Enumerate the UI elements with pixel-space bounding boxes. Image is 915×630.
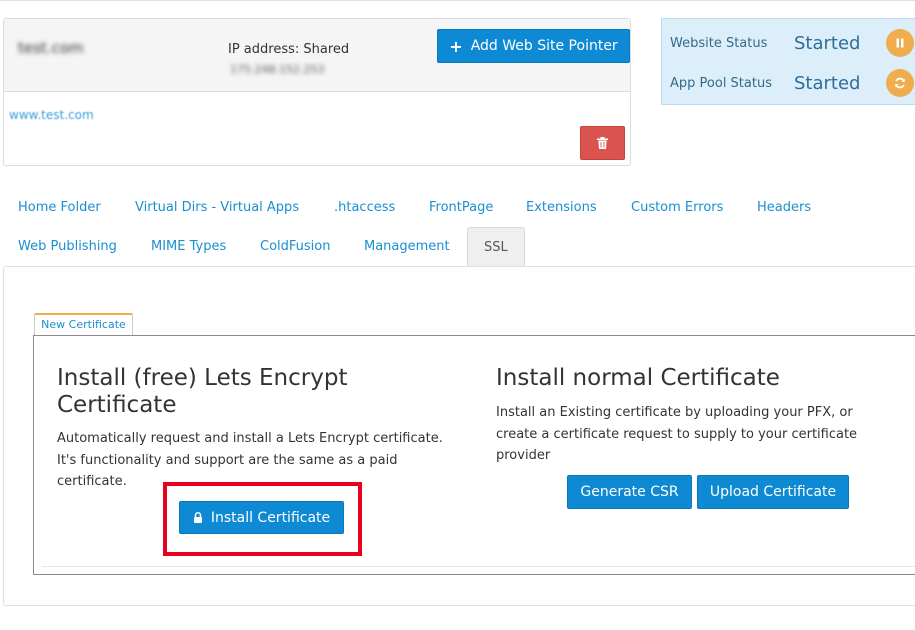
- tab-mime-types[interactable]: MIME Types: [135, 227, 242, 266]
- site-panel-header: test.com IP address: Shared 175.248.152.…: [4, 19, 630, 92]
- website-status-label: Website Status: [670, 35, 768, 51]
- app-pool-status-row: App Pool Status Started: [670, 68, 915, 98]
- tab-coldfusion[interactable]: ColdFusion: [244, 227, 346, 266]
- tab-custom-errors[interactable]: Custom Errors: [615, 188, 739, 227]
- trash-icon: [597, 137, 608, 149]
- top-divider: [0, 0, 915, 3]
- plus-icon: +: [449, 36, 463, 56]
- subtab-new-certificate[interactable]: New Certificate: [34, 313, 133, 335]
- site-name: test.com: [18, 39, 84, 57]
- generate-csr-label: Generate CSR: [580, 484, 679, 500]
- upload-certificate-label: Upload Certificate: [709, 484, 837, 500]
- status-panel: Website Status Started App Pool Status S…: [661, 18, 915, 105]
- recycle-app-pool-button[interactable]: [886, 69, 914, 97]
- website-status-row: Website Status Started: [670, 28, 915, 58]
- website-status-value: Started: [794, 32, 861, 54]
- tab-headers[interactable]: Headers: [741, 188, 827, 227]
- app-pool-status-value: Started: [794, 72, 861, 94]
- tab-htaccess[interactable]: .htaccess: [318, 188, 411, 227]
- upload-certificate-button[interactable]: Upload Certificate: [697, 475, 849, 509]
- ip-address-label: IP address: Shared: [228, 42, 350, 57]
- delete-site-button[interactable]: [580, 126, 625, 160]
- add-web-site-pointer-button[interactable]: + Add Web Site Pointer: [437, 29, 630, 63]
- tab-frontpage[interactable]: FrontPage: [413, 188, 509, 227]
- tab-extensions[interactable]: Extensions: [510, 188, 613, 227]
- tab-management[interactable]: Management: [348, 227, 466, 266]
- pause-icon: [896, 38, 904, 48]
- app-pool-status-label: App Pool Status: [670, 75, 772, 91]
- tab-web-publishing[interactable]: Web Publishing: [2, 227, 133, 266]
- site-www-link[interactable]: www.test.com: [9, 108, 94, 122]
- site-www-link-text: www.test.com: [9, 108, 94, 122]
- ip-address-value: 175.248.152.253: [230, 63, 325, 76]
- certificate-box-divider: [42, 566, 915, 567]
- highlight-annotation-box: [163, 482, 362, 556]
- site-panel: test.com IP address: Shared 175.248.152.…: [3, 18, 631, 166]
- refresh-icon: [895, 77, 905, 89]
- normal-certificate-description: Install an Existing certificate by uploa…: [496, 405, 858, 463]
- pause-website-button[interactable]: [886, 29, 914, 57]
- generate-csr-button[interactable]: Generate CSR: [567, 475, 692, 509]
- lets-encrypt-title: Install (free) Lets Encrypt Certificate: [57, 365, 348, 418]
- tab-home-folder[interactable]: Home Folder: [2, 188, 117, 227]
- normal-certificate-title: Install normal Certificate: [496, 365, 780, 391]
- tab-virtual-dirs[interactable]: Virtual Dirs - Virtual Apps: [119, 188, 315, 227]
- add-web-site-pointer-label: Add Web Site Pointer: [470, 38, 618, 54]
- tab-ssl[interactable]: SSL: [467, 227, 525, 267]
